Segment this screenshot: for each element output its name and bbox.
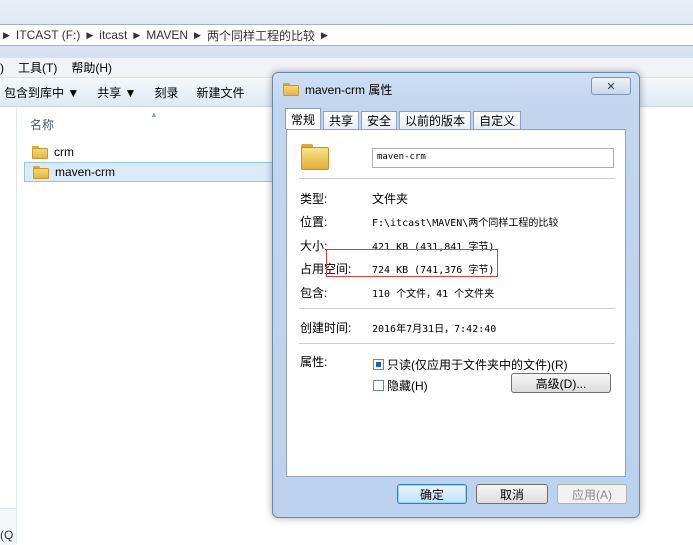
created-value: 2016年7月31日，7:42:40 <box>372 324 497 335</box>
dialog-title-bar[interactable]: maven-crm 属性 <box>283 81 392 98</box>
tab-security[interactable]: 安全 <box>361 111 398 129</box>
readonly-checkbox[interactable]: 只读(仅应用于文件夹中的文件)(R) <box>373 356 568 373</box>
tab-sharing[interactable]: 共享 <box>323 111 360 129</box>
breadcrumb-current[interactable]: 两个同样工程的比较 <box>207 27 315 44</box>
address-area: ▶ ITCAST (F:) ▶ itcast ▶ MAVEN ▶ 两个同样工程的… <box>0 0 693 59</box>
advanced-button[interactable]: 高级(D)... <box>511 373 611 393</box>
file-list: crm maven-crm <box>24 142 284 182</box>
address-bar[interactable]: ▶ ITCAST (F:) ▶ itcast ▶ MAVEN ▶ 两个同样工程的… <box>0 24 693 46</box>
attributes-row: 属性: <box>300 353 372 370</box>
location-value: F:\itcast\MAVEN\两个同样工程的比较 <box>372 218 559 229</box>
menu-help[interactable]: 帮助(H) <box>71 59 112 76</box>
breadcrumb-itcast[interactable]: itcast <box>99 28 127 42</box>
divider <box>299 178 615 179</box>
contains-row: 包含: 110 个文件，41 个文件夹 <box>300 284 494 301</box>
folder-icon <box>283 83 299 96</box>
include-in-library-button[interactable]: 包含到库中 ▼ <box>4 84 79 101</box>
divider <box>299 343 615 344</box>
breadcrumb-arrow-icon[interactable]: ▶ <box>321 30 328 41</box>
folder-icon <box>33 165 49 179</box>
readonly-label: 只读(仅应用于文件夹中的文件)(R) <box>387 358 568 372</box>
share-button[interactable]: 共享 ▼ <box>97 84 136 101</box>
cancel-button[interactable]: 取消 <box>476 484 548 504</box>
breadcrumb-drive[interactable]: ITCAST (F:) <box>16 28 80 42</box>
status-fragment: (Q <box>0 528 14 542</box>
breadcrumb-maven[interactable]: MAVEN <box>146 28 188 42</box>
breadcrumb-arrow-icon[interactable]: ▶ <box>133 30 140 41</box>
type-value: 文件夹 <box>372 192 409 206</box>
breadcrumb-arrow-icon[interactable]: ▶ <box>194 30 201 41</box>
hidden-label: 隐藏(H) <box>387 379 428 393</box>
created-label: 创建时间: <box>300 321 352 335</box>
tab-previous-versions[interactable]: 以前的版本 <box>399 111 472 129</box>
divider <box>299 308 615 309</box>
breadcrumb-arrow-icon[interactable]: ▶ <box>86 30 93 41</box>
type-label: 类型: <box>300 192 328 206</box>
breadcrumb-arrow-icon[interactable]: ▶ <box>3 30 10 41</box>
burn-button[interactable]: 刻录 <box>154 84 178 101</box>
column-header-name[interactable]: 名称 <box>30 116 54 133</box>
close-icon: ✕ <box>606 80 616 93</box>
contains-value: 110 个文件，41 个文件夹 <box>372 289 495 300</box>
folder-icon <box>32 145 48 159</box>
location-label: 位置: <box>300 215 328 229</box>
type-row: 类型: 文件夹 <box>300 190 408 207</box>
tab-strip: 常规 共享 安全 以前的版本 自定义 <box>285 108 522 129</box>
checkbox-icon[interactable] <box>373 380 384 391</box>
apply-button[interactable]: 应用(A) <box>557 484 627 504</box>
general-panel: maven-crm 类型: 文件夹 位置: F:\itcast\MAVEN\两个… <box>286 129 626 477</box>
ok-button[interactable]: 确定 <box>397 484 467 504</box>
tab-general[interactable]: 常规 <box>285 108 322 129</box>
menu-tools[interactable]: 工具(T) <box>18 59 57 76</box>
created-row: 创建时间: 2016年7月31日，7:42:40 <box>300 319 496 336</box>
navigation-pane[interactable] <box>0 108 17 544</box>
tab-customize[interactable]: 自定义 <box>473 111 522 129</box>
file-name: maven-crm <box>55 165 116 179</box>
checkbox-icon[interactable] <box>373 359 384 370</box>
hidden-checkbox[interactable]: 隐藏(H) <box>373 377 428 394</box>
new-folder-button[interactable]: 新建文件 <box>196 84 244 101</box>
contains-label: 包含: <box>300 286 328 300</box>
file-name: crm <box>54 145 74 159</box>
attributes-label: 属性: <box>300 355 328 369</box>
properties-dialog: maven-crm 属性 ✕ 常规 共享 安全 以前的版本 自定义 maven-… <box>272 72 640 518</box>
menu-fragment: ) <box>0 60 4 75</box>
close-button[interactable]: ✕ <box>591 77 631 95</box>
dialog-title: maven-crm 属性 <box>305 83 393 97</box>
folder-icon <box>301 144 329 170</box>
sort-up-icon: ▲ <box>150 110 158 119</box>
list-item[interactable]: maven-crm <box>24 162 276 182</box>
location-row: 位置: F:\itcast\MAVEN\两个同样工程的比较 <box>300 213 558 230</box>
highlight-box <box>326 249 498 277</box>
list-item[interactable]: crm <box>24 142 284 162</box>
folder-name-field[interactable]: maven-crm <box>372 148 614 168</box>
